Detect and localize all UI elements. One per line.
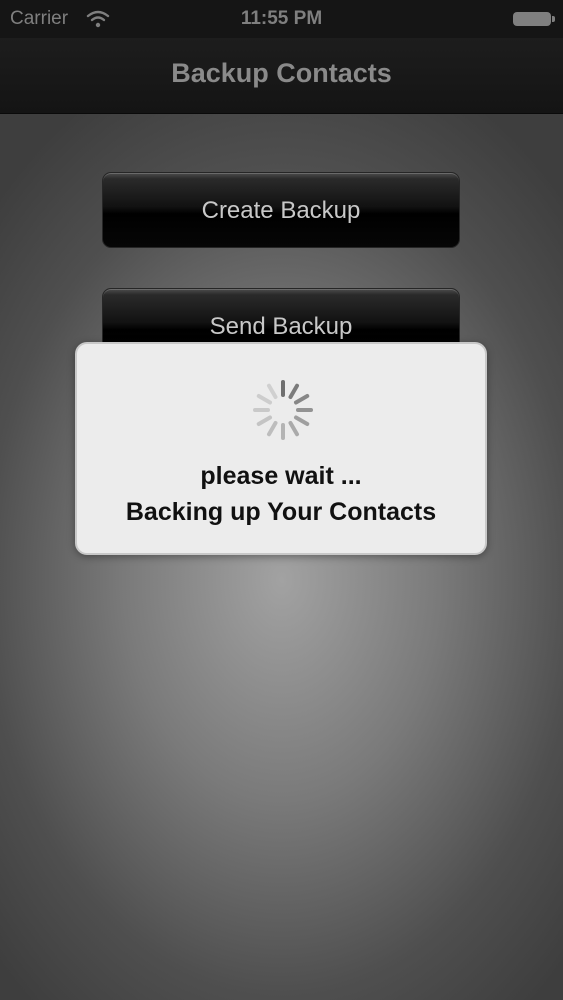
status-time: 11:55 PM — [240, 8, 323, 29]
hud-message-line-1: please wait ... — [200, 462, 362, 490]
activity-spinner-icon — [253, 380, 313, 440]
hud-message-line-2: Backing up Your Contacts — [125, 498, 437, 526]
create-backup-button[interactable]: Create Backup — [102, 172, 460, 248]
status-bar: Carrier 11:55 PM — [0, 0, 563, 38]
battery-icon — [513, 12, 555, 26]
progress-hud: please wait ... Backing up Your Contacts — [75, 342, 487, 555]
navigation-bar: Backup Contacts — [0, 38, 563, 114]
page-title: Backup Contacts — [171, 58, 392, 88]
